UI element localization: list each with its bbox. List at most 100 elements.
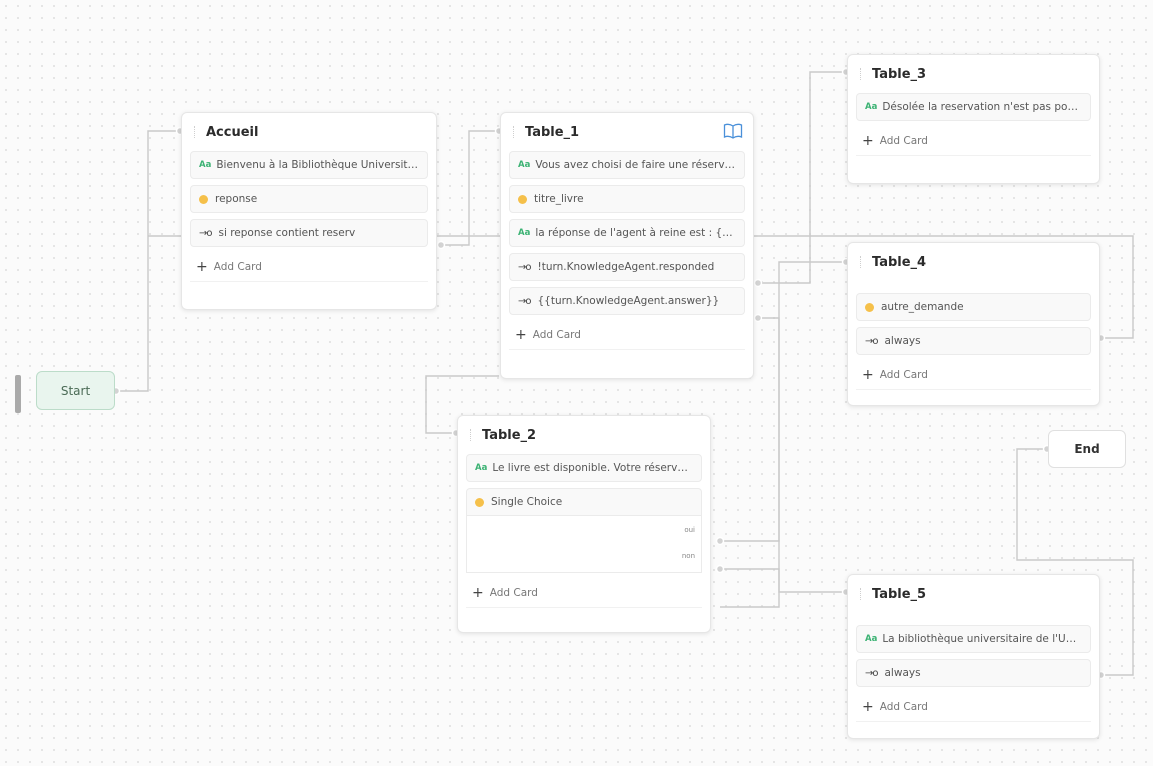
- add-card-label: Add Card: [879, 701, 928, 713]
- edge-table1-table3: [758, 71, 846, 284]
- drag-handle-icon[interactable]: [513, 126, 517, 138]
- single-choice-card[interactable]: Single Choice: [466, 488, 702, 516]
- drag-handle-icon[interactable]: [194, 126, 198, 138]
- capture-icon: [199, 194, 208, 204]
- plus-icon: +: [862, 367, 874, 383]
- card-label: Le livre est disponible. Votre réservati…: [492, 462, 693, 474]
- add-card-button[interactable]: + Add Card: [856, 127, 1091, 156]
- node-title: Table_4: [872, 254, 927, 270]
- drag-handle-icon[interactable]: [860, 256, 864, 268]
- capture-icon: [865, 302, 874, 312]
- add-card-label: Add Card: [489, 587, 538, 599]
- choice-non[interactable]: non: [682, 552, 695, 560]
- condition-card[interactable]: →o si reponse contient reserv: [190, 219, 428, 247]
- condition-card[interactable]: →o {{turn.KnowledgeAgent.answer}}: [509, 287, 745, 315]
- text-card[interactable]: Aa la réponse de l'agent à reine est : {…: [509, 219, 745, 247]
- card-label: always: [884, 335, 921, 347]
- node-accueil[interactable]: Accueil Aa Bienvenu à la Bibliothèque Un…: [181, 112, 437, 310]
- add-card-label: Add Card: [879, 135, 928, 147]
- card-label: la réponse de l'agent à reine est : {{tu…: [535, 227, 736, 239]
- text-icon: Aa: [475, 463, 488, 473]
- node-title: Table_5: [872, 586, 927, 602]
- node-table-4[interactable]: Table_4 autre_demande →o always + Add Ca…: [847, 242, 1100, 406]
- condition-icon: →o: [865, 667, 878, 679]
- add-card-button[interactable]: + Add Card: [190, 253, 428, 282]
- node-header[interactable]: Table_3: [848, 55, 1099, 93]
- edge-non-table5: [720, 568, 846, 593]
- card-label: Bienvenu à la Bibliothèque Universitaire: [216, 159, 419, 171]
- capture-card[interactable]: autre_demande: [856, 293, 1091, 321]
- text-card[interactable]: Aa Le livre est disponible. Votre réserv…: [466, 454, 702, 482]
- start-label: Start: [60, 383, 91, 398]
- add-card-label: Add Card: [213, 261, 262, 273]
- edge-start-accueil: [116, 130, 180, 392]
- add-card-button[interactable]: + Add Card: [856, 361, 1091, 390]
- add-card-button[interactable]: + Add Card: [466, 579, 702, 608]
- card-label: si reponse contient reserv: [218, 227, 356, 239]
- node-header[interactable]: Table_1: [501, 113, 753, 151]
- node-header[interactable]: Table_4: [848, 243, 1099, 281]
- drag-handle-icon[interactable]: [470, 429, 474, 441]
- card-label: Single Choice: [491, 496, 563, 508]
- card-label: {{turn.KnowledgeAgent.answer}}: [537, 295, 720, 307]
- choice-oui[interactable]: oui: [684, 526, 695, 534]
- choice-list: oui non: [466, 516, 702, 573]
- condition-icon: →o: [865, 335, 878, 347]
- text-icon: Aa: [518, 228, 531, 238]
- node-header[interactable]: Accueil: [182, 113, 436, 151]
- node-title: Accueil: [206, 124, 259, 140]
- text-card[interactable]: Aa Vous avez choisi de faire une réserva…: [509, 151, 745, 179]
- card-label: !turn.KnowledgeAgent.responded: [537, 261, 715, 273]
- text-icon: Aa: [518, 160, 531, 170]
- condition-card[interactable]: →o always: [856, 327, 1091, 355]
- plus-icon: +: [862, 133, 874, 149]
- node-header[interactable]: Table_5: [848, 575, 1099, 613]
- text-icon: Aa: [865, 634, 878, 644]
- card-label: Vous avez choisi de faire une réservatio…: [535, 159, 736, 171]
- condition-icon: →o: [199, 227, 212, 239]
- add-card-button[interactable]: + Add Card: [856, 693, 1091, 722]
- condition-icon: →o: [518, 261, 531, 273]
- card-label: autre_demande: [881, 301, 964, 313]
- node-table-2[interactable]: Table_2 Aa Le livre est disponible. Votr…: [457, 415, 711, 633]
- text-card[interactable]: Aa Désolée la reservation n'est pas poss…: [856, 93, 1091, 121]
- add-card-label: Add Card: [879, 369, 928, 381]
- node-title: Table_1: [525, 124, 580, 140]
- text-card[interactable]: Aa La bibliothèque universitaire de l'Un…: [856, 625, 1091, 653]
- end-node[interactable]: End: [1048, 430, 1126, 468]
- node-table-5[interactable]: Table_5 Aa La bibliothèque universitaire…: [847, 574, 1100, 739]
- add-card-label: Add Card: [532, 329, 581, 341]
- node-title: Table_2: [482, 427, 537, 443]
- text-icon: Aa: [199, 160, 212, 170]
- card-label: titre_livre: [534, 193, 584, 205]
- end-label: End: [1074, 442, 1100, 456]
- capture-icon: [518, 194, 527, 204]
- text-icon: Aa: [865, 102, 878, 112]
- plus-icon: +: [196, 259, 208, 275]
- node-header[interactable]: Table_2: [458, 416, 710, 454]
- add-card-button[interactable]: + Add Card: [509, 321, 745, 350]
- drag-handle-icon[interactable]: [860, 68, 864, 80]
- start-node[interactable]: Start: [36, 371, 115, 410]
- node-table-3[interactable]: Table_3 Aa Désolée la reservation n'est …: [847, 54, 1100, 184]
- card-label: always: [884, 667, 921, 679]
- capture-icon: [475, 497, 484, 507]
- drag-handle-icon[interactable]: [860, 588, 864, 600]
- condition-icon: →o: [518, 295, 531, 307]
- edge-accueil-table1: [441, 130, 499, 246]
- condition-card[interactable]: →o !turn.KnowledgeAgent.responded: [509, 253, 745, 281]
- node-title: Table_3: [872, 66, 927, 82]
- capture-card[interactable]: reponse: [190, 185, 428, 213]
- card-label: reponse: [215, 193, 258, 205]
- plus-icon: +: [515, 327, 527, 343]
- card-label: La bibliothèque universitaire de l'Unive…: [882, 633, 1082, 645]
- plus-icon: +: [472, 585, 484, 601]
- panel-resize-handle[interactable]: [15, 375, 21, 413]
- capture-card[interactable]: titre_livre: [509, 185, 745, 213]
- text-card[interactable]: Aa Bienvenu à la Bibliothèque Universita…: [190, 151, 428, 179]
- card-label: Désolée la reservation n'est pas possibl…: [882, 101, 1082, 113]
- book-icon[interactable]: [723, 122, 743, 140]
- plus-icon: +: [862, 699, 874, 715]
- condition-card[interactable]: →o always: [856, 659, 1091, 687]
- node-table-1[interactable]: Table_1 Aa Vous avez choisi de faire une…: [500, 112, 754, 379]
